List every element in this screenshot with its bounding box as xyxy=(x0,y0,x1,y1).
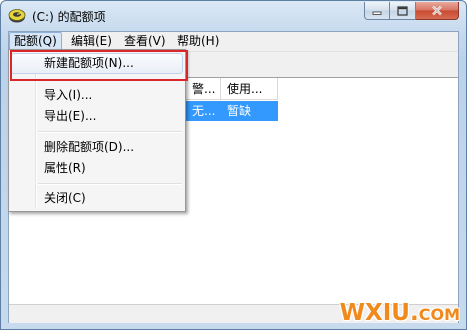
menu-item-close[interactable]: 关闭(C) xyxy=(44,188,86,208)
window-title: (C:) 的配额项 xyxy=(32,10,106,24)
column-header-warning[interactable]: 警... xyxy=(186,78,221,100)
menu-item-import[interactable]: 导入(I)... xyxy=(44,85,92,105)
title-bar[interactable]: (C:) 的配额项 xyxy=(1,1,466,31)
quota-window: (C:) 的配额项 配额(Q) 编辑(E) 查看(V) 帮助(H) 警... 使… xyxy=(0,0,467,330)
watermark-brand: WXIU xyxy=(339,300,410,326)
minimize-button[interactable] xyxy=(364,2,390,20)
maximize-button[interactable] xyxy=(390,2,416,20)
menu-item-properties[interactable]: 属性(R) xyxy=(44,158,86,178)
maximize-icon xyxy=(397,5,408,16)
annotation-highlight-box xyxy=(10,50,188,81)
close-icon xyxy=(432,5,442,16)
watermark: WXIU.COM xyxy=(340,300,460,326)
watermark-suffix: COM xyxy=(418,305,460,324)
disk-quota-icon xyxy=(8,9,26,23)
cell-used: 暂缺 xyxy=(221,101,278,121)
close-button[interactable] xyxy=(416,2,459,20)
column-header-used[interactable]: 使用... xyxy=(221,78,278,100)
menu-separator xyxy=(38,131,182,133)
menu-separator xyxy=(38,183,182,185)
menu-item-delete-quota[interactable]: 删除配额项(D)... xyxy=(44,137,134,157)
menu-item-export[interactable]: 导出(E)... xyxy=(44,106,96,126)
cell-warning: 无... xyxy=(186,101,221,121)
minimize-icon xyxy=(372,11,382,15)
caption-buttons xyxy=(364,2,459,20)
watermark-dot: . xyxy=(409,300,419,326)
